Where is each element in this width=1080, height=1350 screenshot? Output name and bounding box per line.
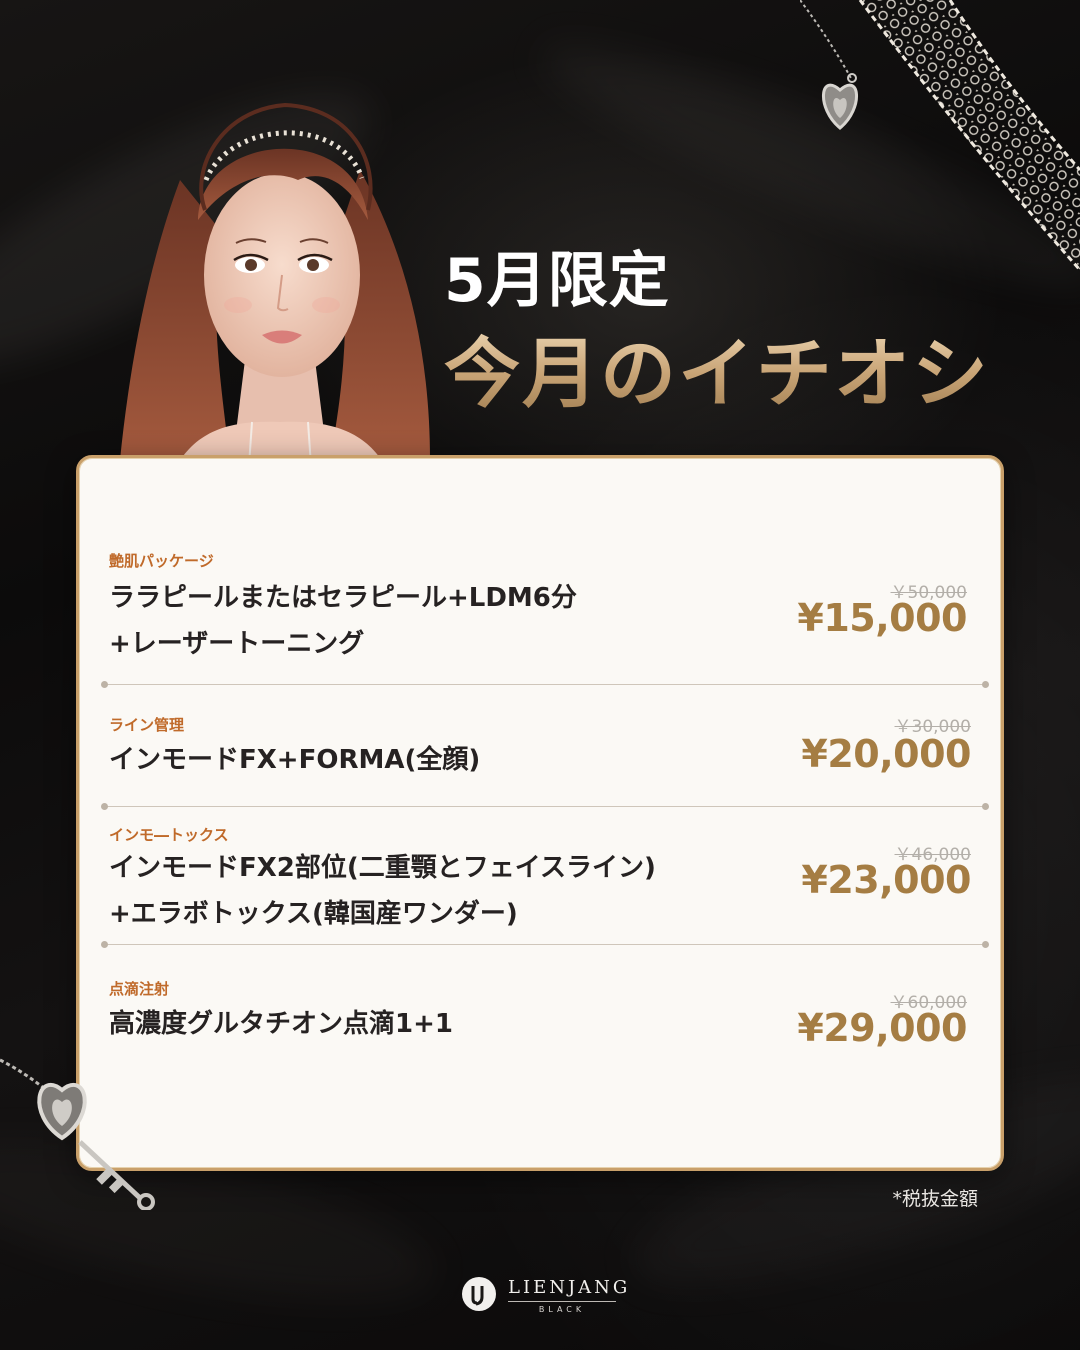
sale-price: ¥15,000 bbox=[797, 596, 967, 640]
lienjang-logo-icon bbox=[462, 1277, 496, 1311]
headline-subtitle: 5月限定 bbox=[444, 246, 670, 316]
tax-note: *税抜金額 bbox=[892, 1188, 978, 1210]
menu-item-category: 点滴注射 bbox=[109, 980, 170, 998]
menu-item: ライン管理 インモードFX+FORMA(全顔) ￥30,000 ¥20,000 bbox=[109, 714, 971, 794]
item-divider bbox=[101, 941, 989, 948]
brand-sub: BLACK bbox=[538, 1305, 586, 1314]
brand-divider bbox=[508, 1301, 616, 1302]
sale-price: ¥29,000 bbox=[797, 1006, 967, 1050]
promo-page: 5月限定 今月のイチオシ 艶肌パッケージ ララピールまたはセラピール+LDM6分… bbox=[0, 0, 1080, 1350]
sale-price: ¥20,000 bbox=[801, 732, 971, 776]
heart-key-charm bbox=[0, 1030, 170, 1210]
model-portrait bbox=[110, 60, 450, 480]
lace-ribbon-heart-locket bbox=[800, 0, 1080, 300]
item-divider bbox=[101, 681, 989, 688]
menu-item: インモ―トックス インモードFX2部位(二重顎とフェイスライン) +エラボトック… bbox=[109, 824, 971, 944]
brand-name: LIENJANG bbox=[508, 1277, 631, 1298]
menu-item-category: 艶肌パッケージ bbox=[109, 552, 214, 570]
menu-item: 点滴注射 高濃度グルタチオン点滴1+1 ￥60,000 ¥29,000 bbox=[109, 978, 971, 1068]
headline-title: 今月のイチオシ bbox=[444, 312, 990, 422]
sale-price: ¥23,000 bbox=[801, 858, 971, 902]
menu-card: 艶肌パッケージ ララピールまたはセラピール+LDM6分 +レーザートーニング ￥… bbox=[76, 455, 1004, 1171]
brand-logo: LIENJANG BLACK bbox=[462, 1275, 627, 1321]
menu-item: 艶肌パッケージ ララピールまたはセラピール+LDM6分 +レーザートーニング ￥… bbox=[109, 550, 971, 680]
item-divider bbox=[101, 803, 989, 810]
menu-item-category: インモ―トックス bbox=[109, 826, 229, 844]
